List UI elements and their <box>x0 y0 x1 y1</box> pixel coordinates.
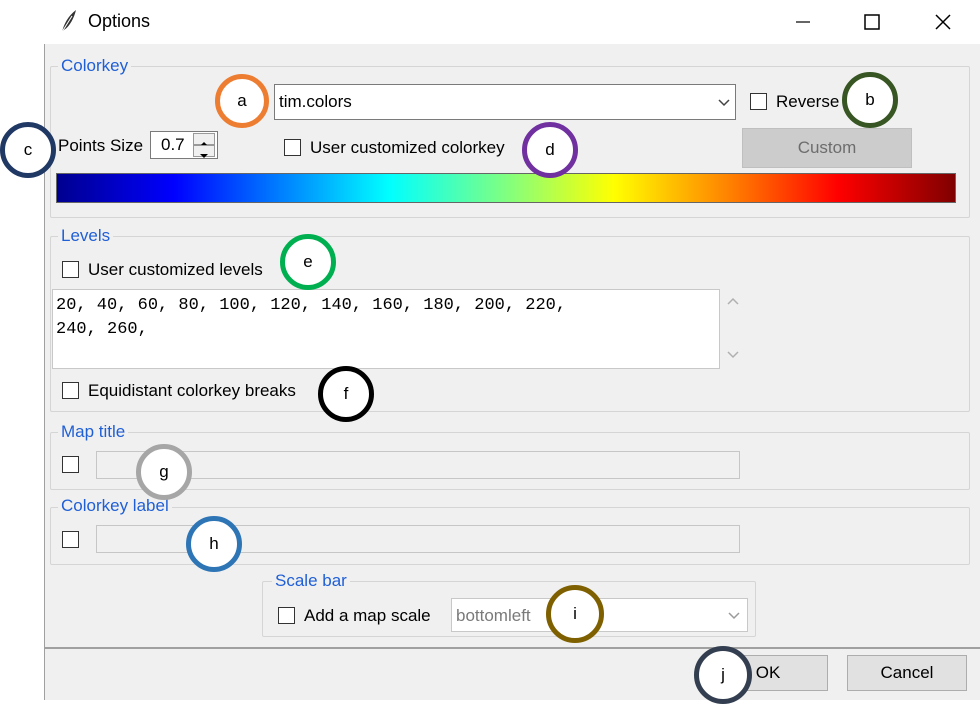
annotation-marker-a: a <box>215 74 269 128</box>
annotation-marker-letter: i <box>573 604 577 623</box>
user-custom-colorkey-label: User customized colorkey <box>310 138 505 157</box>
scale-bar-legend: Scale bar <box>272 571 350 591</box>
colorkey-label-legend: Colorkey label <box>58 496 172 516</box>
feather-icon <box>61 10 76 33</box>
colorkey-legend: Colorkey <box>58 56 132 76</box>
annotation-marker-letter: g <box>159 462 169 481</box>
annotation-marker-letter: j <box>721 665 725 684</box>
equidistant-label: Equidistant colorkey breaks <box>88 381 296 400</box>
chevron-down-icon <box>718 99 730 107</box>
reverse-label: Reverse <box>776 92 840 111</box>
annotation-marker-letter: h <box>209 534 219 553</box>
annotation-marker-b: b <box>842 72 898 128</box>
points-size-label: Points Size <box>58 136 144 155</box>
levels-legend: Levels <box>58 226 114 246</box>
minimize-icon <box>796 21 810 23</box>
annotation-marker-e: e <box>280 234 336 290</box>
map-title-legend: Map title <box>58 422 129 442</box>
minimize-button[interactable] <box>780 0 826 44</box>
maximize-icon <box>864 14 880 30</box>
annotation-marker-letter: b <box>865 90 875 109</box>
spin-down-button[interactable] <box>193 145 215 158</box>
user-custom-levels-checkbox[interactable] <box>62 261 79 278</box>
points-size-spinbox[interactable]: 0.7 <box>150 131 218 159</box>
chevron-down-icon <box>728 612 740 620</box>
reverse-checkbox[interactable] <box>750 93 767 110</box>
annotation-marker-g: g <box>136 444 192 500</box>
annotation-marker-c: c <box>0 122 56 178</box>
custom-button[interactable]: Custom <box>742 128 912 168</box>
add-map-scale-checkbox[interactable] <box>278 607 295 624</box>
colorkey-gradient <box>56 173 956 203</box>
palette-select-value: tim.colors <box>279 92 352 111</box>
cancel-button[interactable]: Cancel <box>847 655 967 691</box>
annotation-marker-letter: c <box>23 140 33 159</box>
levels-textarea[interactable]: 20, 40, 60, 80, 100, 120, 140, 160, 180,… <box>52 289 720 369</box>
spin-down-icon <box>200 154 208 158</box>
equidistant-checkbox[interactable] <box>62 382 79 399</box>
annotation-marker-letter: a <box>237 91 247 110</box>
annotation-marker-j: j <box>694 646 752 704</box>
close-button[interactable] <box>920 0 966 44</box>
button-bar-separator <box>44 647 980 649</box>
annotation-marker-letter: f <box>343 384 349 403</box>
maximize-button[interactable] <box>849 0 895 44</box>
palette-select[interactable]: tim.colors <box>274 84 736 120</box>
annotation-marker-d: d <box>522 122 578 178</box>
colorkey-label-checkbox[interactable] <box>62 531 79 548</box>
scale-position-value: bottomleft <box>456 606 531 625</box>
add-map-scale-label: Add a map scale <box>304 606 431 625</box>
scroll-down-icon[interactable] <box>726 350 740 360</box>
annotation-marker-letter: e <box>303 252 313 271</box>
scroll-up-icon[interactable] <box>726 296 740 306</box>
annotation-marker-h: h <box>186 516 242 572</box>
window-title: Options <box>88 11 151 31</box>
annotation-marker-i: i <box>546 585 604 643</box>
user-custom-colorkey-checkbox[interactable] <box>284 139 301 156</box>
annotation-marker-letter: d <box>545 140 555 159</box>
map-title-input[interactable] <box>96 451 740 479</box>
points-size-value: 0.7 <box>161 135 185 154</box>
annotation-marker-f: f <box>318 366 374 422</box>
close-icon <box>935 14 951 30</box>
map-title-checkbox[interactable] <box>62 456 79 473</box>
user-custom-levels-label: User customized levels <box>88 260 263 279</box>
spin-up-button[interactable] <box>193 133 215 146</box>
